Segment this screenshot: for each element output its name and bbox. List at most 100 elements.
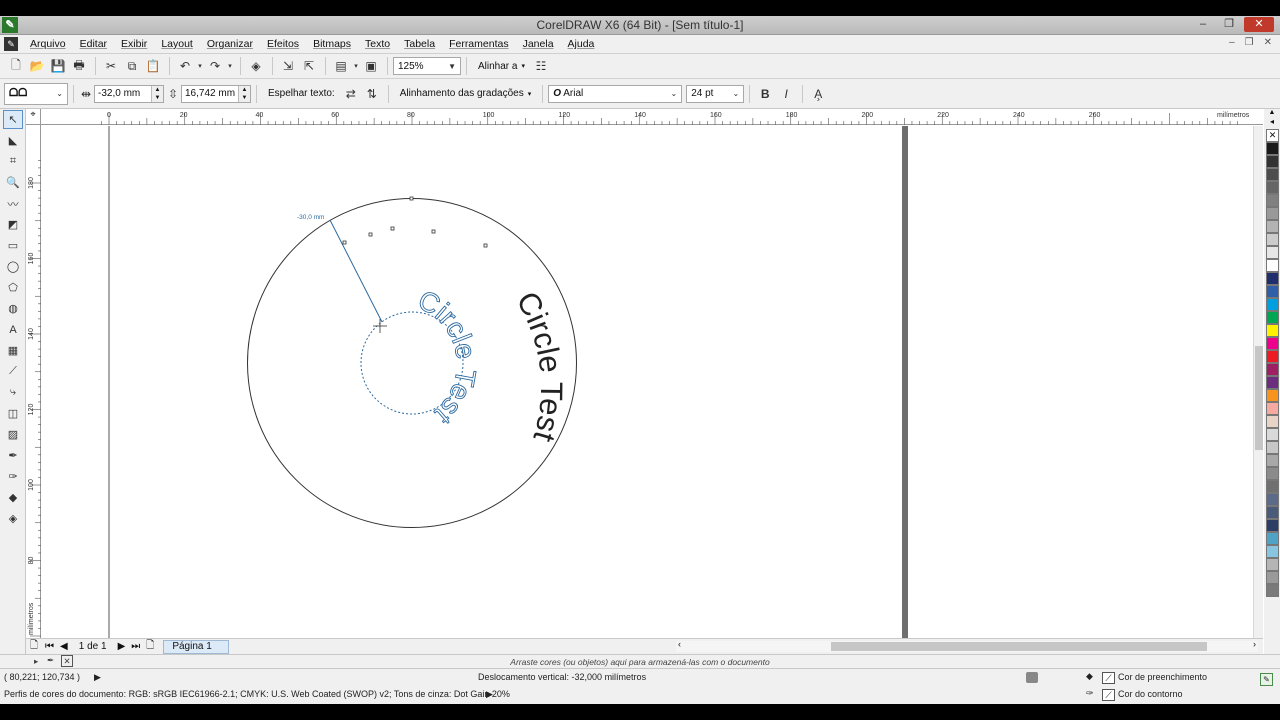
horizontal-scrollbar-thumb[interactable] [831, 642, 1207, 651]
color-swatch[interactable] [1266, 259, 1279, 272]
outer-circle[interactable] [247, 198, 577, 528]
outline-pen-tool-icon[interactable]: ✑ [3, 467, 23, 486]
transparency-tool-icon[interactable]: ▨ [3, 425, 23, 444]
ruler-origin-icon[interactable]: ⌖ [26, 109, 41, 125]
menu-ajuda[interactable]: Ajuda [562, 38, 603, 50]
zoom-level-select[interactable]: 125% ▼ [393, 57, 461, 75]
color-profile-arrow-icon[interactable]: ▶ [486, 689, 493, 700]
next-page-icon[interactable]: ▶ [115, 641, 129, 652]
paste-icon[interactable]: 📋 [143, 56, 163, 76]
document-palette-bar[interactable]: ▸ ✒ ✕ Arraste cores (ou objetos) aqui pa… [0, 654, 1280, 668]
ellipse-tool-icon[interactable]: ◯ [3, 257, 23, 276]
color-swatch[interactable] [1266, 311, 1279, 324]
search-content-icon[interactable]: ◈ [246, 56, 266, 76]
last-page-icon[interactable]: ⏭ [128, 641, 143, 652]
edit-fill-icon[interactable]: ✎ [1260, 673, 1273, 686]
menu-layout[interactable]: Layout [155, 38, 201, 50]
color-swatch[interactable] [1266, 194, 1279, 207]
color-swatch[interactable] [1266, 480, 1279, 493]
color-swatch[interactable] [1266, 220, 1279, 233]
options-icon[interactable]: ☷ [531, 56, 551, 76]
font-size-select[interactable]: 24 pt ⌄ [686, 84, 745, 103]
menu-janela[interactable]: Janela [517, 38, 562, 50]
spinner-icon[interactable]: ▲ ▼ [238, 85, 250, 102]
color-swatch[interactable] [1266, 272, 1279, 285]
shape-tool-icon[interactable]: ◣ [3, 131, 23, 150]
menu-organizar[interactable]: Organizar [201, 38, 261, 50]
menu-efeitos[interactable]: Efeitos [261, 38, 307, 50]
color-swatch[interactable] [1266, 298, 1279, 311]
color-swatch[interactable] [1266, 545, 1279, 558]
color-swatch[interactable] [1266, 402, 1279, 415]
color-swatch[interactable] [1266, 337, 1279, 350]
copy-icon[interactable]: ⧉ [122, 56, 142, 76]
color-swatch[interactable] [1266, 181, 1279, 194]
menu-texto[interactable]: Texto [359, 38, 398, 50]
color-swatch[interactable] [1266, 428, 1279, 441]
mirror-vertical-icon[interactable]: ⇅ [362, 84, 382, 104]
color-swatch[interactable] [1266, 441, 1279, 454]
pick-tool-icon[interactable]: ↖ [3, 110, 23, 129]
doc-close-button[interactable]: ✕ [1264, 37, 1272, 48]
dimension-tool-icon[interactable]: ⟋ [3, 362, 23, 381]
print-icon[interactable]: 🖶 [69, 56, 89, 76]
color-swatch[interactable] [1266, 571, 1279, 584]
coordinates-arrow-icon[interactable]: ▶ [94, 672, 101, 683]
color-swatch[interactable] [1266, 233, 1279, 246]
add-page-icon[interactable]: 🗋 [143, 638, 157, 655]
palette-flyout-icon[interactable]: ◂ [1264, 117, 1280, 129]
spinner-icon[interactable]: ▲ ▼ [151, 85, 163, 102]
color-swatch[interactable] [1266, 142, 1279, 155]
text-properties-icon[interactable]: A̧ [808, 84, 828, 104]
import-icon[interactable]: ⇲ [278, 56, 298, 76]
page-options-icon[interactable]: 🗋 [26, 638, 42, 655]
zoom-tool-icon[interactable]: 🔍 [3, 173, 23, 192]
drawing-canvas[interactable]: -30,0 mm Circle Test Circle Test [42, 126, 1253, 638]
color-swatch[interactable] [1266, 363, 1279, 376]
palette-scroll-up-icon[interactable]: ▲ [1264, 109, 1280, 117]
launcher-dropdown-icon[interactable]: ▾ [352, 56, 360, 76]
undo-dropdown-icon[interactable]: ▾ [196, 56, 204, 76]
snap-to-button[interactable]: Alinhar a ▾ [472, 61, 531, 72]
outer-circle-text[interactable]: Circle Test [510, 286, 569, 446]
vertical-scrollbar[interactable] [1253, 126, 1263, 638]
inner-circle-text[interactable]: Circle Test [413, 284, 483, 432]
table-tool-icon[interactable]: ▦ [3, 341, 23, 360]
redo-dropdown-icon[interactable]: ▾ [226, 56, 234, 76]
text-orientation-select[interactable]: ᗝᗝ ⌄ [4, 82, 68, 105]
blend-tool-icon[interactable]: ◫ [3, 404, 23, 423]
horizontal-scrollbar[interactable]: ‹ › [676, 639, 1258, 652]
horizontal-ruler[interactable]: 0 20 40 60 80 100 120 140 160 180 200 220 240 260 milí… [41, 109, 1263, 125]
mirror-horizontal-icon[interactable]: ⇄ [341, 84, 361, 104]
new-document-icon[interactable]: 🗋 [6, 56, 26, 76]
minimize-button[interactable]: – [1192, 17, 1214, 32]
color-swatch[interactable] [1266, 285, 1279, 298]
smart-fill-tool-icon[interactable]: ◩ [3, 215, 23, 234]
selection-handles[interactable] [342, 196, 488, 248]
outline-none-swatch-icon[interactable]: ⟋ [1102, 689, 1115, 701]
polygon-tool-icon[interactable]: ⬠ [3, 278, 23, 297]
previous-page-icon[interactable]: ◀ [57, 641, 71, 652]
cut-icon[interactable]: ✂ [101, 56, 121, 76]
vertical-ruler[interactable]: 180 160 140 120 100 80 milímetros [26, 125, 41, 645]
menu-bitmaps[interactable]: Bitmaps [307, 38, 359, 50]
open-folder-icon[interactable]: 📂 [27, 56, 47, 76]
color-swatch[interactable] [1266, 506, 1279, 519]
application-launcher-icon[interactable]: ▤ [331, 56, 351, 76]
basic-shapes-tool-icon[interactable]: ◍ [3, 299, 23, 318]
color-swatch[interactable] [1266, 532, 1279, 545]
color-swatch[interactable] [1266, 246, 1279, 259]
color-swatch[interactable] [1266, 207, 1279, 220]
vertical-scrollbar-thumb[interactable] [1255, 346, 1263, 450]
fill-tool-icon[interactable]: ◆ [3, 488, 23, 507]
interactive-fill-tool-icon[interactable]: ◈ [3, 509, 23, 528]
doc-restore-button[interactable]: ❐ [1245, 37, 1254, 48]
color-swatch[interactable] [1266, 467, 1279, 480]
color-swatch[interactable] [1266, 415, 1279, 428]
scroll-left-icon[interactable]: ‹ [678, 639, 681, 649]
page-tab[interactable]: Página 1 [163, 639, 229, 654]
color-swatch[interactable] [1266, 155, 1279, 168]
color-swatch[interactable] [1266, 584, 1279, 597]
color-swatch[interactable] [1266, 454, 1279, 467]
menu-exibir[interactable]: Exibir [115, 38, 155, 50]
